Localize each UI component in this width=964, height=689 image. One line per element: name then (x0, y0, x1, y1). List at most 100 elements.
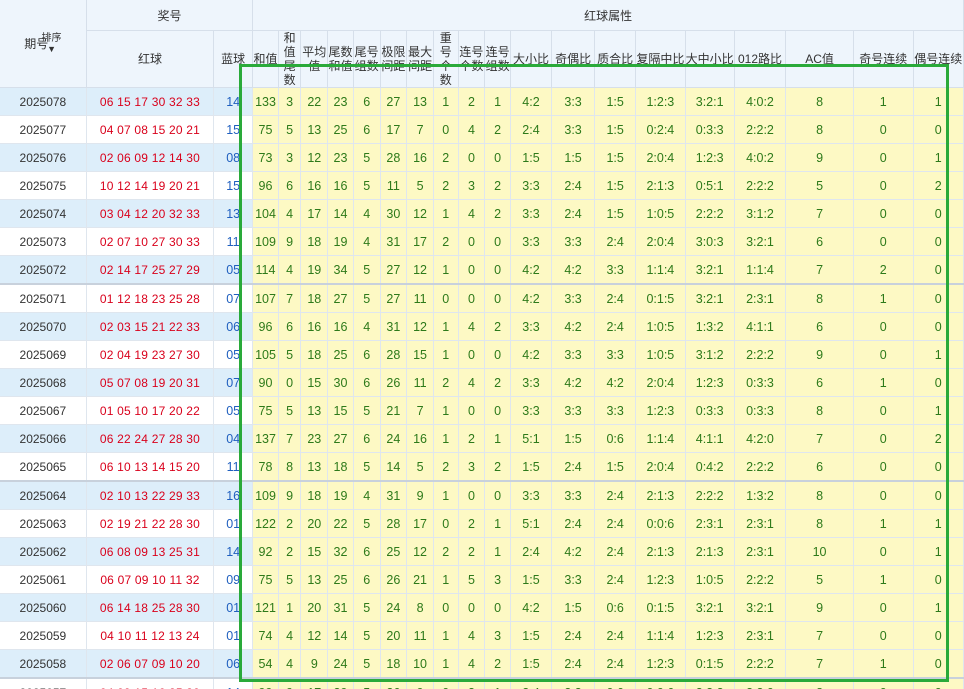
attr-cell: 31 (327, 593, 354, 622)
attr-cell: 11 (406, 283, 434, 313)
attr-cell: 4:1:1 (685, 424, 735, 453)
arrow-down-icon: ▼ (47, 43, 56, 54)
issue-number: 2025078 (0, 87, 87, 116)
attr-cell: 2 (458, 677, 486, 689)
attr-cell: 3:3 (551, 115, 596, 144)
attr-cell: 16 (406, 143, 434, 172)
red-balls: 04 10 11 12 13 24 (86, 621, 215, 650)
attr-cell: 8 (406, 593, 434, 622)
issue-number: 2025065 (0, 452, 87, 482)
attr-cell: 7 (406, 396, 434, 425)
red-balls: 02 03 15 21 22 33 (86, 312, 215, 341)
attr-cell: 2:4 (594, 227, 637, 256)
attr-cell: 1 (913, 143, 964, 172)
blue-ball: 15 (213, 115, 254, 144)
attr-cell: 2 (278, 509, 302, 538)
attr-cell: 3:0:3 (685, 227, 735, 256)
red-balls: 02 10 13 22 29 33 (86, 480, 215, 510)
attr-cell: 2 (484, 368, 511, 397)
attr-cell: 17 (406, 509, 434, 538)
table-row[interactable]: 2025059 04 10 11 12 13 24 01 74 4 12 14 5 20 11 1 4… (0, 621, 964, 650)
table-row[interactable]: 2025072 02 14 17 25 27 29 05 114 4 19 34 5 27 12 1… (0, 255, 964, 285)
attr-col-header: 复隔中比 (635, 30, 686, 88)
table-row[interactable]: 2025067 01 05 10 17 20 22 05 75 5 13 15 5 21 7 1 0 0… (0, 396, 964, 425)
attr-cell: 2:2:2 (685, 199, 735, 228)
attr-cell: 3:3 (510, 199, 553, 228)
attr-cell: 3 (484, 621, 511, 650)
attr-col-header: 尾号组数 (353, 30, 381, 88)
attr-cell: 1:5 (510, 649, 553, 679)
attr-cell: 6 (785, 368, 854, 397)
attr-cell: 0 (484, 143, 511, 172)
table-row[interactable]: 2025069 02 04 19 23 27 30 05 105 5 18 25 6 28 15 1… (0, 340, 964, 369)
attr-cell: 122 (252, 509, 279, 538)
attr-cell: 6 (353, 424, 381, 453)
table-row[interactable]: 2025060 06 14 18 25 28 30 01 121 1 20 31 5 24 8 0 0… (0, 593, 964, 622)
table-row[interactable]: 2025073 02 07 10 27 30 33 11 109 9 18 19 4 31 17 2… (0, 227, 964, 256)
attr-cell: 2:4 (594, 312, 637, 341)
table-row[interactable]: 2025070 02 03 15 21 22 33 06 96 6 16 16 4 31 12 1 4… (0, 312, 964, 341)
attr-cell: 1:1:4 (635, 255, 686, 285)
table-row[interactable]: 2025062 06 08 09 13 25 31 14 92 2 15 32 6 25 12 2 2… (0, 537, 964, 566)
attr-cell: 6 (785, 452, 854, 482)
attr-cell: 17 (300, 677, 329, 689)
table-row[interactable]: 2025066 06 22 24 27 28 30 04 137 7 23 27 6 24 16 1… (0, 424, 964, 453)
attr-cell: 19 (327, 227, 354, 256)
attr-cell: 5 (278, 396, 302, 425)
attr-cell: 1 (853, 283, 914, 313)
issue-number: 2025057 (0, 677, 87, 689)
attr-cell: 4 (353, 312, 381, 341)
table-row[interactable]: 2025078 06 15 17 30 32 33 14 133 3 22 23 6 27 13 1… (0, 87, 964, 116)
attr-cell: 27 (380, 255, 408, 285)
attr-cell: 5 (278, 340, 302, 369)
table-row[interactable]: 2025074 03 04 12 20 32 33 13 104 4 17 14 4 30 12 1… (0, 199, 964, 228)
attr-cell: 2:1:3 (635, 537, 686, 566)
table-row[interactable]: 2025063 02 19 21 22 28 30 01 122 2 20 22 5 28 17 0… (0, 509, 964, 538)
attr-cell: 4:2:0 (734, 424, 787, 453)
table-row[interactable]: 202505704 09 15 16 25 301499917295269021… (0, 677, 964, 689)
attr-cell: 4 (458, 649, 486, 679)
attr-cell: 22 (300, 87, 329, 116)
attr-cell: 1:2:3 (635, 649, 686, 679)
qi-header[interactable]: 期号 排序 ▼ (0, 0, 87, 88)
attr-cell: 2:4 (594, 621, 637, 650)
table-row[interactable]: 2025058 02 06 07 09 10 20 06 54 4 9 24 5 18 10 1 4 2… (0, 649, 964, 679)
table-row[interactable]: 2025065 06 10 13 14 15 20 11 78 8 13 18 5 14 5 2 3 2… (0, 452, 964, 482)
table-row[interactable]: 2025071 01 12 18 23 25 28 07 107 7 18 27 5 27 11 0… (0, 283, 964, 313)
attr-cell: 6 (353, 340, 381, 369)
attr-cell: 6 (353, 537, 381, 566)
attr-cell: 2:4 (594, 480, 637, 510)
red-balls: 10 12 14 19 20 21 (86, 171, 215, 200)
table-row[interactable]: 2025077 04 07 08 15 20 21 15 75 5 13 25 6 17 7 0 4 2… (0, 115, 964, 144)
attr-cell: 1 (484, 424, 511, 453)
red-balls: 06 10 13 14 15 20 (86, 452, 215, 482)
attr-cell: 73 (252, 143, 279, 172)
attr-cell: 0 (458, 143, 486, 172)
attr-cell: 90 (252, 368, 279, 397)
attr-cell: 29 (327, 677, 354, 689)
red-balls: 02 19 21 22 28 30 (86, 509, 215, 538)
attr-cell: 4 (458, 312, 486, 341)
attr-cell: 9 (278, 480, 302, 510)
attr-cell: 1 (913, 509, 964, 538)
attr-cell: 7 (785, 199, 854, 228)
attr-cell: 1 (433, 621, 459, 650)
attr-cell: 3 (458, 452, 486, 482)
table-row[interactable]: 2025076 02 06 09 12 14 30 08 73 3 12 23 5 28 16 2 0… (0, 143, 964, 172)
attr-col-header: 和值 (252, 30, 279, 88)
attr-cell: 2:4 (551, 649, 596, 679)
attr-cell: 0 (458, 480, 486, 510)
attr-cell: 15 (300, 368, 329, 397)
table-row[interactable]: 2025068 05 07 08 19 20 31 07 90 0 15 30 6 26 11 2 4… (0, 368, 964, 397)
attr-cell: 6 (278, 171, 302, 200)
table-row[interactable]: 2025075 10 12 14 19 20 21 15 96 6 16 16 5 11 5 2 3 2… (0, 171, 964, 200)
attr-cell: 9 (278, 677, 302, 689)
table-row[interactable]: 2025061 06 07 09 10 11 32 09 75 5 13 25 6 26 21 1 5… (0, 565, 964, 594)
table-row[interactable]: 2025064 02 10 13 22 29 33 16 109 9 18 19 4 31 9 1 0… (0, 480, 964, 510)
attr-cell: 12 (406, 199, 434, 228)
blue-ball: 13 (213, 199, 254, 228)
sort-control[interactable]: 排序 ▼ (42, 33, 62, 55)
attr-cell: 3:3 (551, 396, 596, 425)
attr-cell: 34 (327, 255, 354, 285)
attr-cell: 1:0:5 (635, 312, 686, 341)
